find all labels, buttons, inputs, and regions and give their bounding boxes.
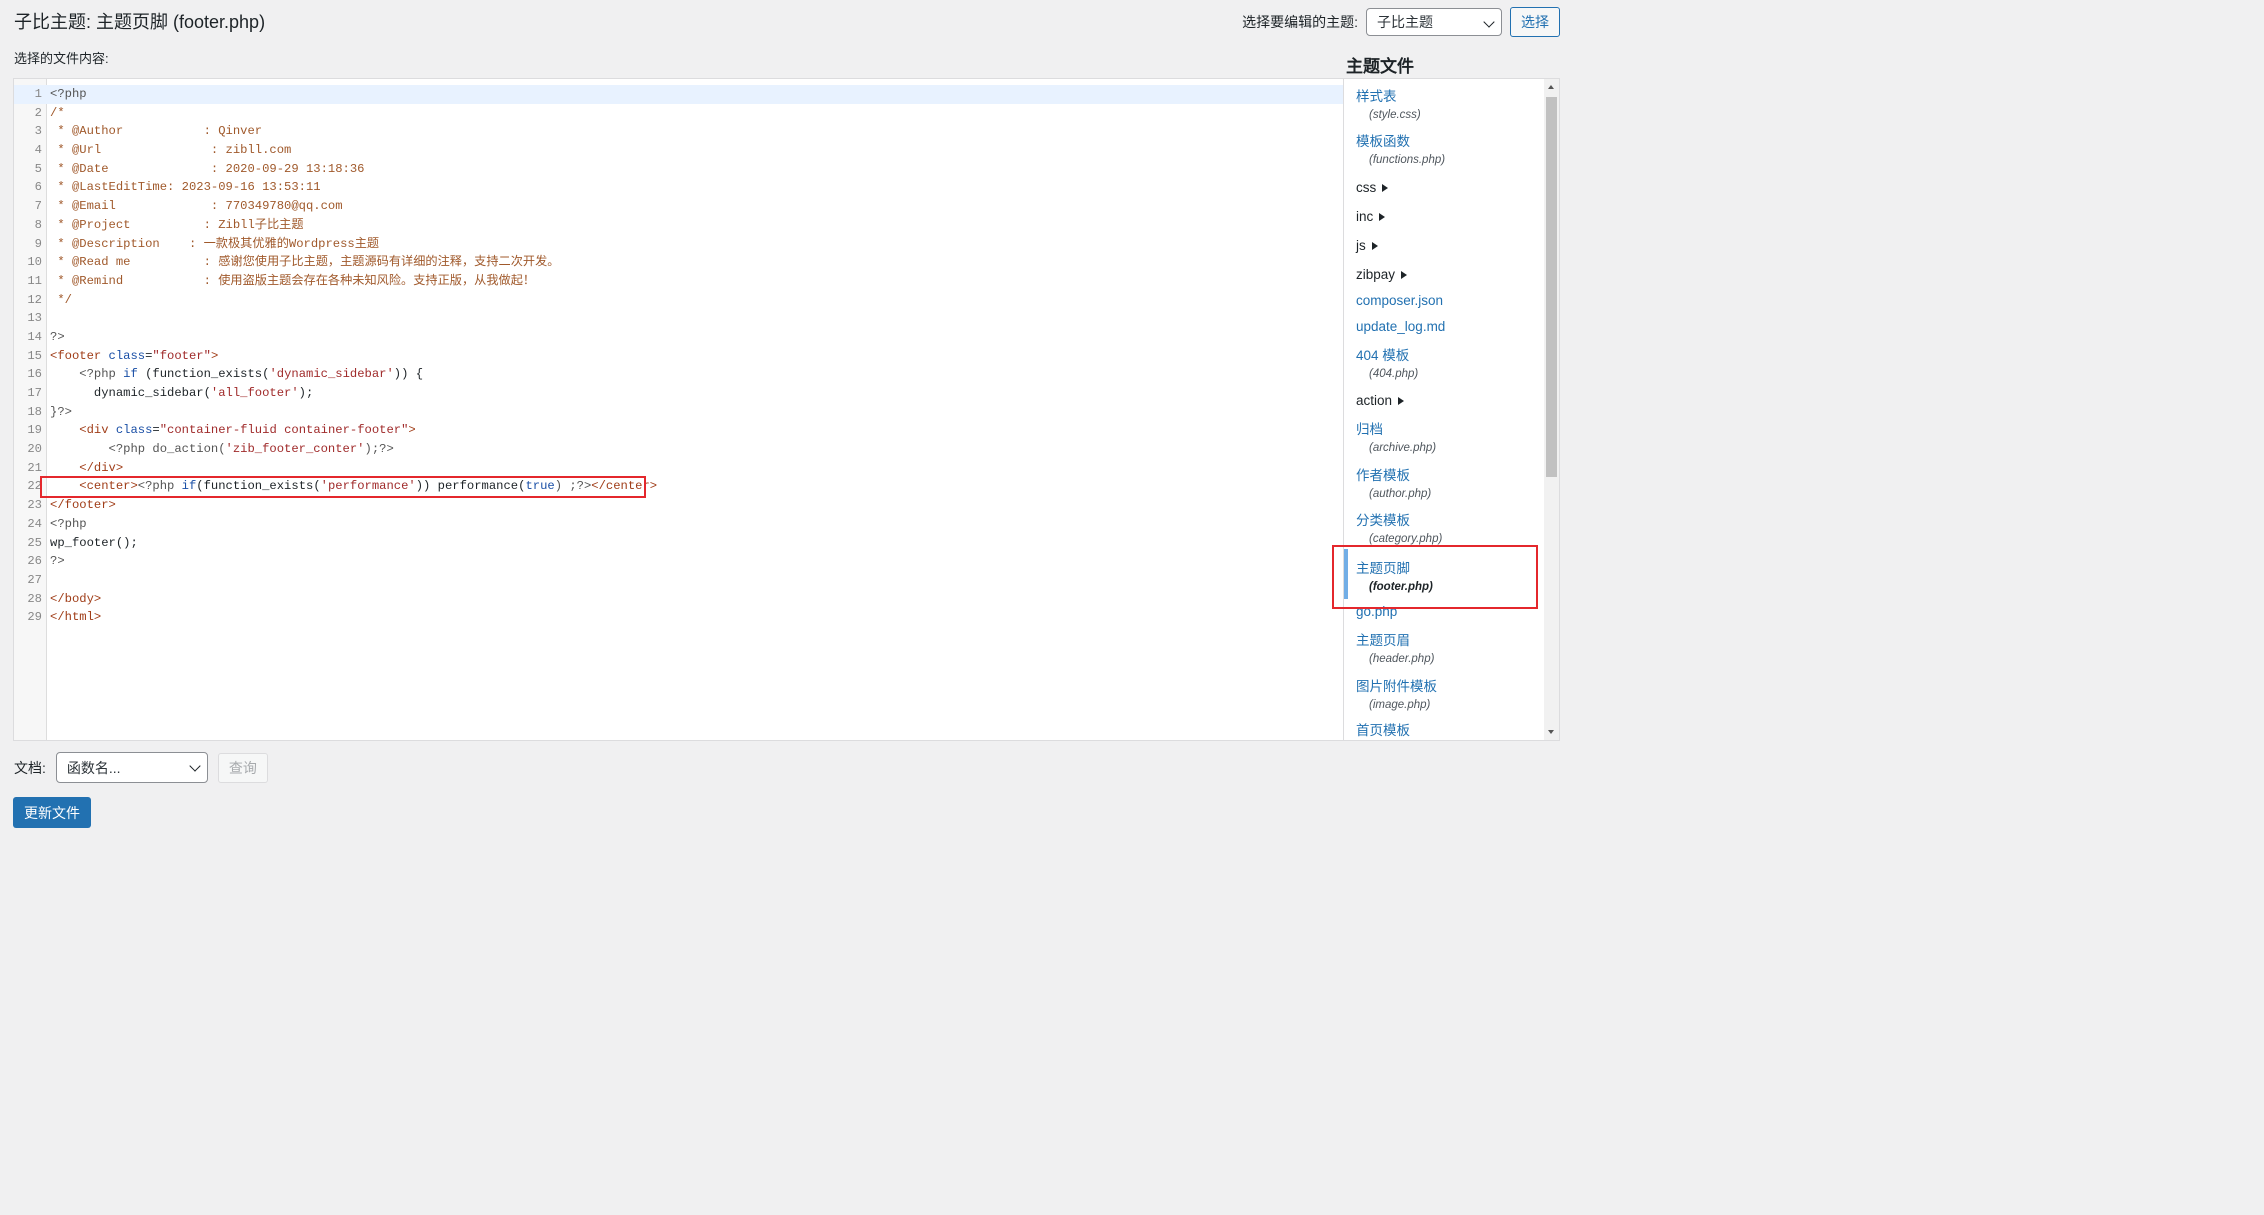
code-highlight-box bbox=[40, 476, 646, 498]
theme-files-heading: 主题文件 bbox=[1346, 57, 1414, 76]
code-line: 9 * @Description : 一款极其优雅的Wordpress主题 bbox=[34, 236, 380, 251]
scroll-up-arrow-icon[interactable] bbox=[1548, 85, 1554, 89]
chevron-down-icon bbox=[189, 760, 201, 772]
code-line: 8 * @Project : Zibll子比主题 bbox=[34, 217, 304, 232]
code-line: 21 </div> bbox=[27, 460, 124, 475]
theme-file-list: 样式表 (style.css) 模板函数 (functions.php) css… bbox=[1344, 78, 1560, 741]
code-line: 24 <?php bbox=[27, 516, 87, 531]
code-line: 10 * @Read me : 感谢您使用子比主题，主题源码有详细的注释，支持二… bbox=[27, 255, 560, 270]
file-entry-style[interactable]: 样式表 (style.css) bbox=[1356, 85, 1421, 121]
theme-select[interactable]: 子比主题 bbox=[1366, 8, 1502, 36]
folder-inc[interactable]: inc bbox=[1356, 209, 1386, 224]
folder-action[interactable]: action bbox=[1356, 393, 1405, 408]
folder-js[interactable]: js bbox=[1356, 238, 1378, 253]
page-title: 子比主题: 主题页脚 (footer.php) bbox=[14, 12, 266, 32]
code-line: 28 </body> bbox=[27, 591, 102, 606]
theme-select-label: 选择要编辑的主题: bbox=[1242, 14, 1358, 30]
code-line: 26 ?> bbox=[27, 554, 65, 569]
code-line: 27 bbox=[27, 572, 42, 587]
documentation-row: 文档: 函数名... 查询 bbox=[14, 752, 268, 783]
file-entry-update-log[interactable]: update_log.md bbox=[1356, 319, 1445, 334]
code-editor[interactable]: 1 <?php 2/* 3 * @Author : Qinver 4 * @Url… bbox=[13, 78, 1344, 741]
code-line: 29 </html> bbox=[27, 610, 102, 625]
file-entry-home[interactable]: 首页模板 bbox=[1356, 719, 1410, 739]
file-entry-author[interactable]: 作者模板 (author.php) bbox=[1356, 464, 1431, 500]
code-line: 23 </footer> bbox=[27, 498, 116, 513]
code-line: 4 * @Url : zibll.com bbox=[34, 143, 292, 158]
expand-arrow-icon bbox=[1379, 212, 1386, 221]
code-line: 12 */ bbox=[27, 292, 72, 307]
code-lines: 1 <?php 2/* 3 * @Author : Qinver 4 * @Url… bbox=[14, 85, 1343, 627]
function-select-value: 函数名... bbox=[66, 759, 121, 776]
expand-arrow-icon bbox=[1401, 270, 1408, 279]
code-line: 18}?> bbox=[27, 404, 72, 419]
scroll-down-arrow-icon[interactable] bbox=[1548, 730, 1554, 734]
file-entry-404[interactable]: 404 模板 (404.php) bbox=[1356, 344, 1418, 380]
folder-zibpay[interactable]: zibpay bbox=[1356, 267, 1408, 282]
code-line: 20 <?php do_action('zib_footer_conter');… bbox=[27, 442, 394, 457]
code-line: 5 * @Date : 2020-09-29 13:18:36 bbox=[34, 161, 365, 176]
code-line: 14 ?> bbox=[27, 329, 65, 344]
code-line: 17 dynamic_sidebar('all_footer'); bbox=[27, 386, 314, 400]
code-line: 13 bbox=[27, 311, 42, 326]
current-file-highlight-box bbox=[1332, 545, 1538, 609]
code-line: 3 * @Author : Qinver bbox=[34, 124, 263, 139]
expand-arrow-icon bbox=[1371, 241, 1378, 250]
scroll-thumb[interactable] bbox=[1546, 97, 1557, 477]
file-entry-archive[interactable]: 归档 (archive.php) bbox=[1356, 418, 1436, 454]
function-name-select[interactable]: 函数名... bbox=[55, 752, 208, 783]
code-line: 7 * @Email : 770349780@qq.com bbox=[34, 199, 343, 214]
code-line: 19 <div class="container-fluid container… bbox=[27, 423, 416, 438]
file-entry-header[interactable]: 主题页眉 (header.php) bbox=[1356, 629, 1434, 665]
file-content-label: 选择的文件内容: bbox=[14, 51, 109, 66]
file-entry-composer[interactable]: composer.json bbox=[1356, 293, 1443, 308]
code-line: 6 * @LastEditTime: 2023-09-16 13:53:11 bbox=[34, 180, 321, 195]
chevron-down-icon bbox=[1483, 16, 1495, 28]
code-line: 25 wp_footer(); bbox=[27, 535, 138, 550]
code-line: 16 <?php if (function_exists('dynamic_si… bbox=[27, 367, 424, 382]
theme-select-area: 选择要编辑的主题: 子比主题 选择 bbox=[1242, 7, 1560, 37]
documentation-label: 文档: bbox=[14, 759, 46, 776]
file-entry-functions[interactable]: 模板函数 (functions.php) bbox=[1356, 130, 1445, 166]
update-file-button[interactable]: 更新文件 bbox=[13, 797, 91, 828]
lookup-button[interactable]: 查询 bbox=[217, 752, 268, 783]
file-entry-category[interactable]: 分类模板 (category.php) bbox=[1356, 509, 1442, 545]
code-line: 11 * @Remind : 使用盗版主题会存在各种未知风险。支持正版，从我做起… bbox=[27, 273, 536, 288]
theme-select-value: 子比主题 bbox=[1377, 14, 1433, 30]
expand-arrow-icon bbox=[1382, 183, 1389, 192]
code-line: 1 <?php bbox=[14, 85, 1343, 104]
folder-css[interactable]: css bbox=[1356, 180, 1389, 195]
file-entry-image[interactable]: 图片附件模板 (image.php) bbox=[1356, 675, 1437, 711]
expand-arrow-icon bbox=[1398, 396, 1405, 405]
code-line: 15 <footer class="footer"> bbox=[27, 348, 219, 363]
select-theme-button[interactable]: 选择 bbox=[1510, 7, 1560, 37]
code-line: 2/* bbox=[34, 105, 65, 120]
file-list-scrollbar[interactable] bbox=[1544, 79, 1559, 740]
